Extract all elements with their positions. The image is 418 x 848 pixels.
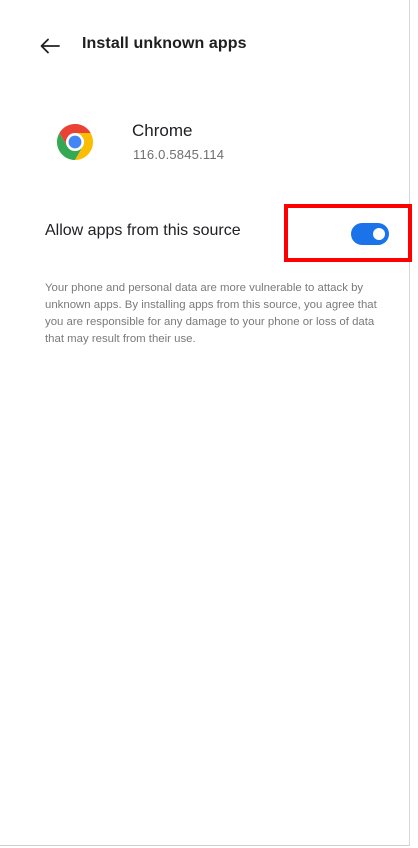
toggle-knob <box>373 228 385 240</box>
screen: Install unknown apps Chrome 116.0.5845.1… <box>0 0 412 846</box>
app-name: Chrome <box>132 121 193 140</box>
chrome-icon <box>56 124 94 160</box>
allow-source-toggle[interactable] <box>351 223 389 245</box>
security-warning-text: Your phone and personal data are more vu… <box>45 282 377 345</box>
app-info-row: Chrome 116.0.5845.114 <box>0 112 410 172</box>
page-title: Install unknown apps <box>82 35 247 52</box>
highlight-box <box>284 204 412 262</box>
top-app-bar: Install unknown apps <box>0 24 410 68</box>
allow-source-label: Allow apps from this source <box>45 222 241 239</box>
back-button[interactable] <box>36 32 64 60</box>
app-version: 116.0.5845.114 <box>133 147 225 162</box>
arrow-left-icon <box>40 38 60 54</box>
allow-source-setting[interactable]: Allow apps from this source <box>0 204 418 264</box>
